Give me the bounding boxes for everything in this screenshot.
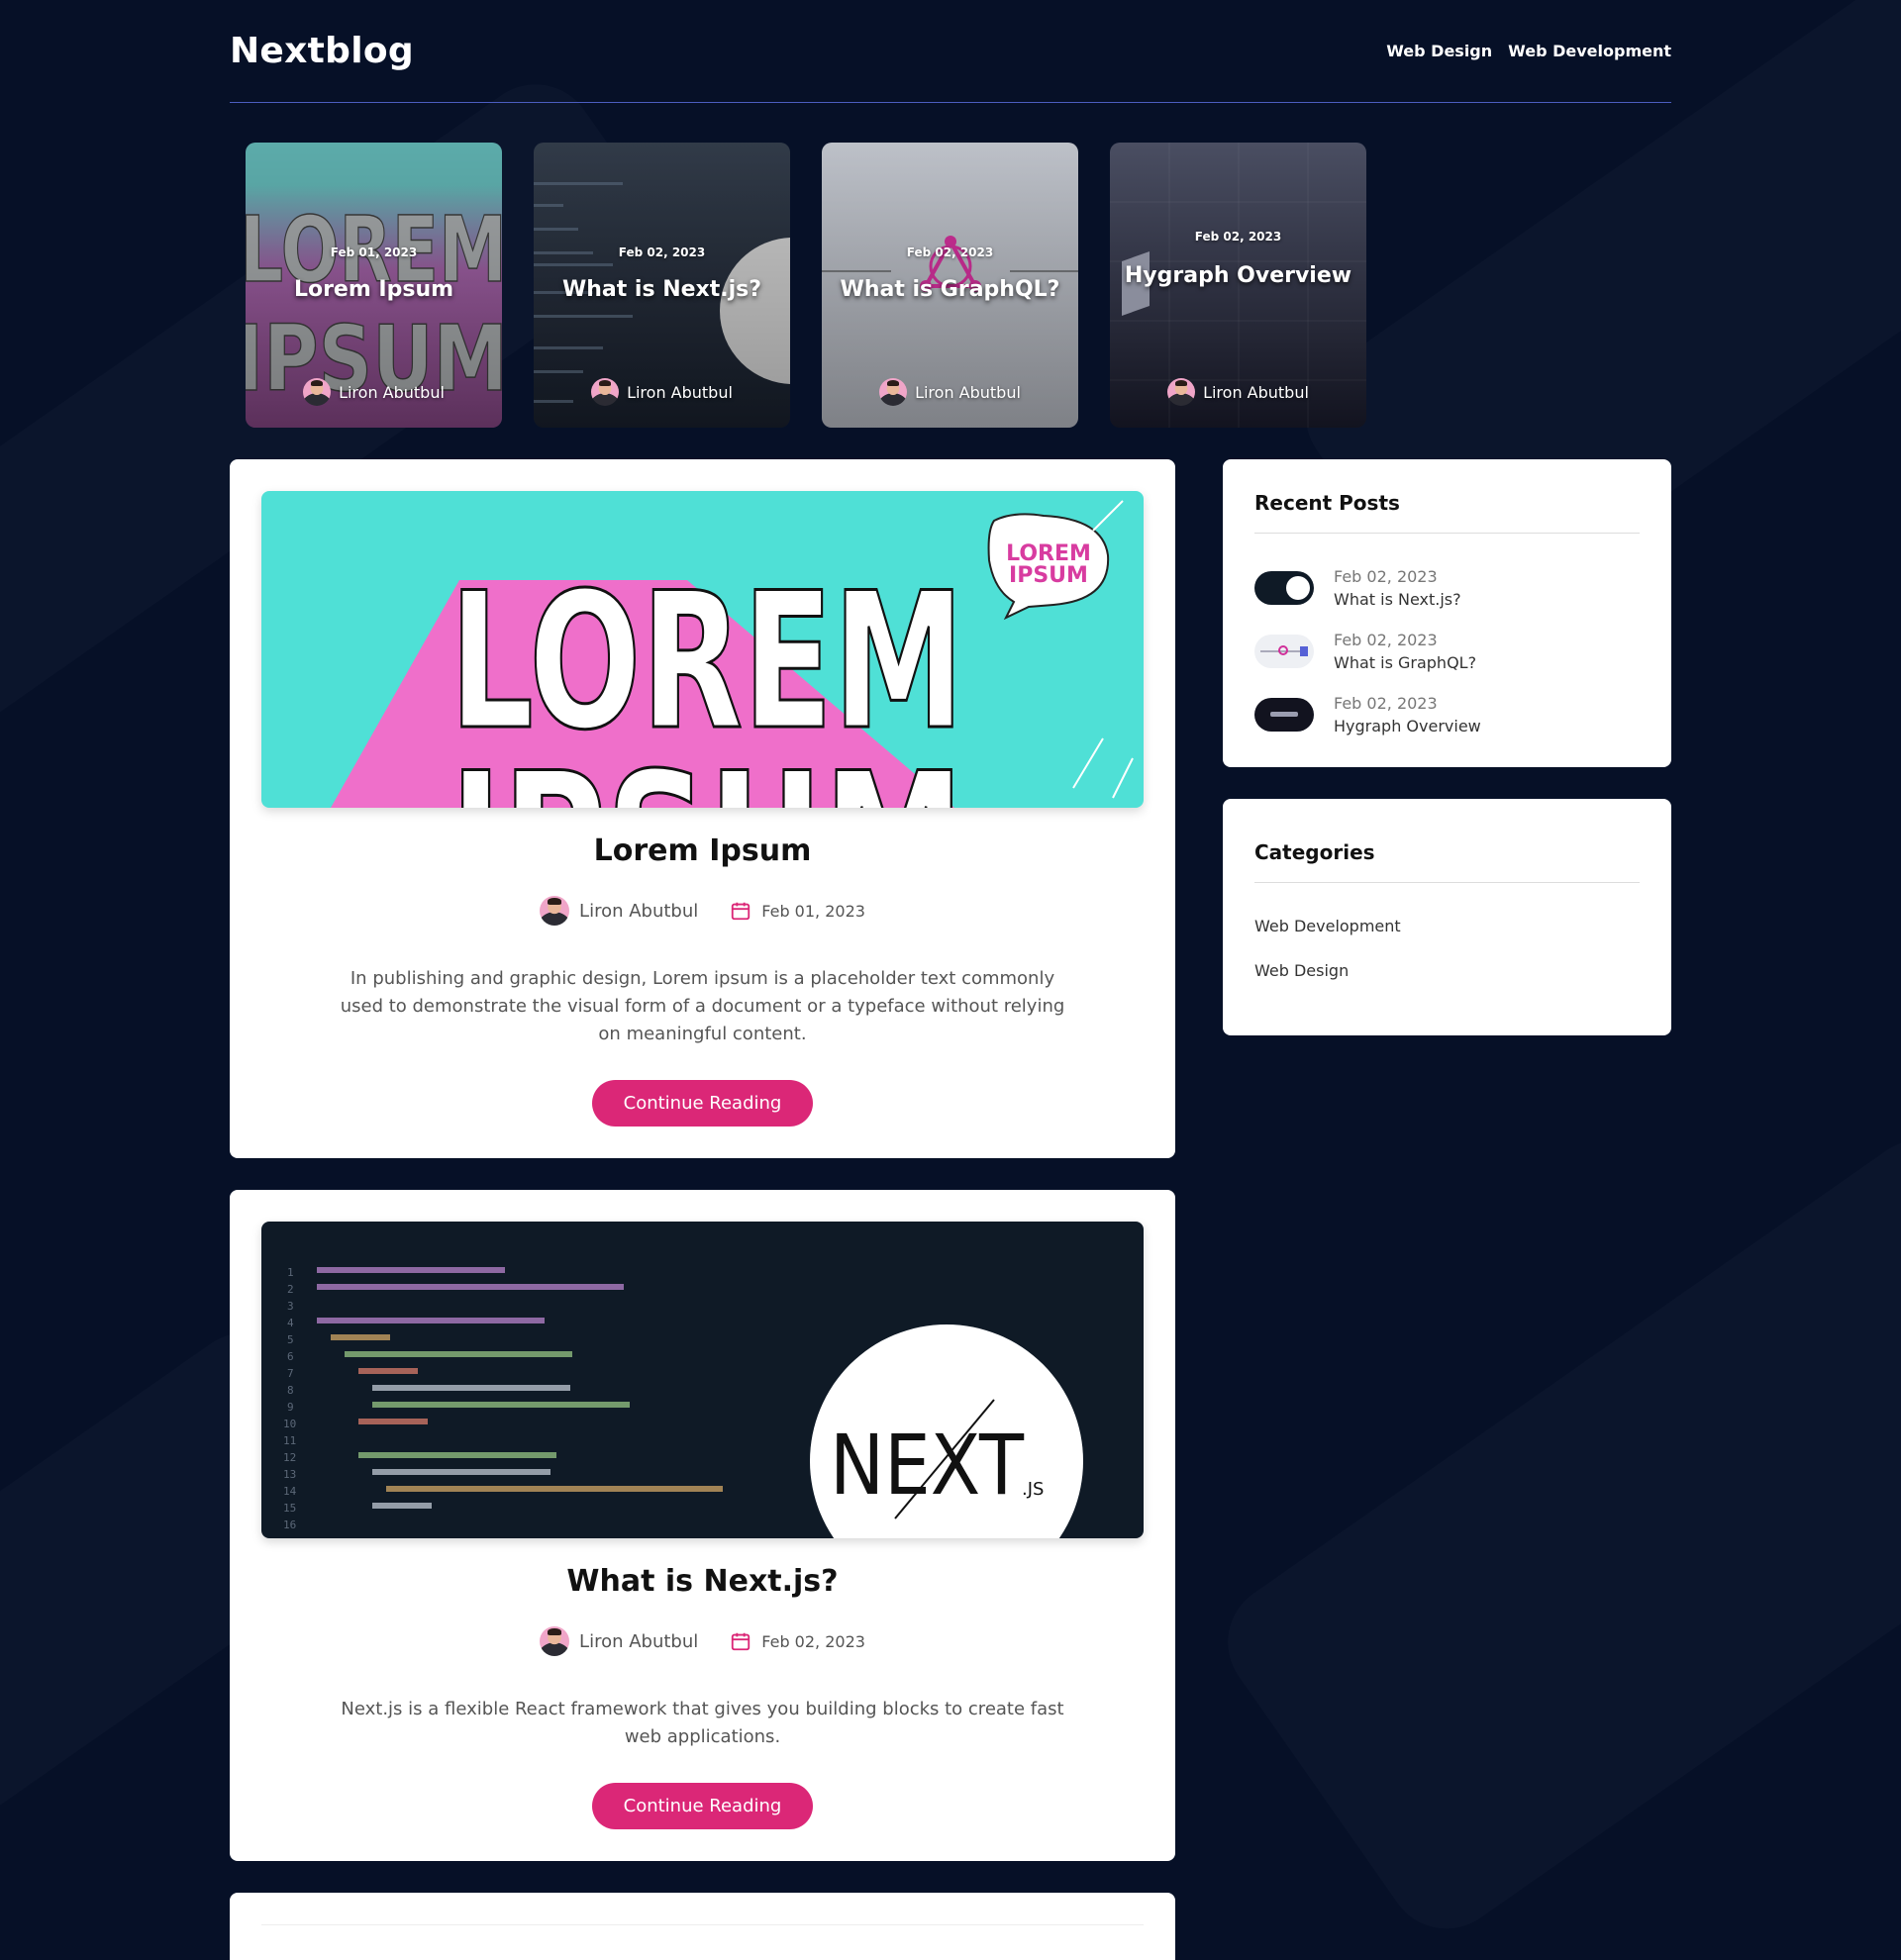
svg-text:2: 2 [287,1283,294,1296]
featured-card-author: Liron Abutbul [534,378,790,406]
featured-card-title: What is GraphQL? [840,277,1060,302]
featured-card-author-name: Liron Abutbul [627,382,733,402]
post-list: LOREM IPSUM LOREM IPSUM Lorem Ipsum Liro… [230,459,1175,1960]
svg-text:10: 10 [283,1418,296,1430]
featured-posts-carousel: LOREM IPSUM Feb 01, 2023 Lorem Ipsum Lir… [230,143,1671,428]
featured-card-author: Liron Abutbul [822,378,1078,406]
site-logo[interactable]: Nextblog [230,31,414,71]
featured-card-author: Liron Abutbul [1110,378,1366,406]
author-avatar [591,378,620,406]
featured-card-title: Hygraph Overview [1124,263,1352,288]
recent-posts-widget: Recent Posts Feb 02, 2023 What is Next.j… [1223,459,1671,767]
author-avatar [879,378,908,406]
post-author-name: Liron Abutbul [579,900,699,922]
recent-post-title[interactable]: Hygraph Overview [1334,717,1481,735]
recent-post-date: Feb 02, 2023 [1334,631,1438,649]
post-title[interactable]: What is Next.js? [261,1564,1144,1599]
post-meta: Liron Abutbul Feb 02, 2023 [261,1626,1144,1656]
recent-post-item[interactable]: Feb 02, 2023 What is Next.js? [1254,567,1640,609]
svg-text:6: 6 [287,1350,294,1363]
recent-post-thumbnail [1254,635,1314,668]
recent-post-title[interactable]: What is GraphQL? [1334,653,1476,672]
featured-card[interactable]: Feb 02, 2023 Hygraph Overview Liron Abut… [1110,143,1366,428]
svg-text:14: 14 [283,1485,297,1498]
post-date: Feb 02, 2023 [730,1630,865,1652]
post-date-text: Feb 02, 2023 [761,1631,865,1651]
author-avatar [303,378,332,406]
featured-card[interactable]: Feb 02, 2023 What is GraphQL? Liron Abut… [822,143,1078,428]
nextjs-artwork: 123 456 789 101112 131415 16 NEXT .JS [283,1266,1083,1538]
sidebar: Recent Posts Feb 02, 2023 What is Next.j… [1223,459,1671,1067]
post-card: LOREM IPSUM LOREM IPSUM Lorem Ipsum Liro… [230,459,1175,1158]
calendar-icon [732,902,750,921]
svg-text:7: 7 [287,1367,294,1380]
featured-card-author-name: Liron Abutbul [915,382,1021,402]
svg-text:9: 9 [287,1401,294,1414]
post-card [230,1893,1175,1960]
author-avatar [540,896,570,926]
svg-text:IPSUM: IPSUM [450,733,964,808]
nav-link-web-design[interactable]: Web Design [1386,42,1492,60]
svg-text:16: 16 [283,1519,296,1531]
featured-card-author-name: Liron Abutbul [339,382,445,402]
svg-text:NEXT: NEXT [830,1417,1025,1514]
post-meta: Liron Abutbul Feb 01, 2023 [261,896,1144,926]
svg-text:.JS: .JS [1022,1479,1044,1500]
post-title[interactable]: Lorem Ipsum [261,833,1144,868]
post-featured-image[interactable] [261,1924,1144,1960]
recent-post-date: Feb 02, 2023 [1334,567,1438,586]
post-card: 123 456 789 10 11 12 13 14 15 16 NEXT .J… [230,1190,1175,1861]
featured-card-title: Lorem Ipsum [293,277,454,302]
recent-posts-heading: Recent Posts [1254,491,1640,534]
svg-text:13: 13 [283,1468,296,1481]
lorem-ipsum-artwork: LOREM IPSUM LOREM IPSUM [331,500,1134,808]
post-author: Liron Abutbul [540,896,698,926]
featured-card-date: Feb 02, 2023 [906,245,994,259]
recent-post-item[interactable]: Feb 02, 2023 What is GraphQL? [1254,631,1640,672]
categories-heading: Categories [1254,840,1640,883]
svg-text:4: 4 [287,1317,294,1329]
nav-link-web-development[interactable]: Web Development [1508,42,1671,60]
post-excerpt: Next.js is a flexible React framework th… [341,1699,1064,1747]
post-date: Feb 01, 2023 [730,900,865,922]
featured-card-date: Feb 02, 2023 [618,245,706,259]
post-author-name: Liron Abutbul [579,1630,699,1652]
recent-post-thumbnail [1254,698,1314,732]
featured-card[interactable]: Feb 02, 2023 What is Next.js? Liron Abut… [534,143,790,428]
featured-card-date: Feb 02, 2023 [1194,230,1282,244]
post-date-text: Feb 01, 2023 [761,901,865,921]
svg-text:12: 12 [283,1451,296,1464]
category-link-web-development[interactable]: Web Development [1254,917,1640,935]
featured-card-date: Feb 01, 2023 [330,245,418,259]
featured-card-author: Liron Abutbul [246,378,502,406]
calendar-icon [732,1632,750,1651]
categories-widget: Categories Web Development Web Design [1223,799,1671,1035]
main-nav: Web Design Web Development [1386,42,1671,60]
svg-text:5: 5 [287,1333,294,1346]
svg-text:1: 1 [287,1266,294,1279]
featured-card-title: What is Next.js? [561,277,762,302]
post-author: Liron Abutbul [540,1626,698,1656]
continue-reading-button[interactable]: Continue Reading [591,1080,814,1127]
svg-text:15: 15 [283,1502,296,1515]
svg-text:8: 8 [287,1384,294,1397]
author-avatar [1167,378,1196,406]
recent-post-item[interactable]: Feb 02, 2023 Hygraph Overview [1254,694,1640,735]
author-avatar [540,1626,570,1656]
category-link-web-design[interactable]: Web Design [1254,961,1640,980]
post-featured-image[interactable]: 123 456 789 10 11 12 13 14 15 16 NEXT .J… [261,1222,1144,1538]
featured-card[interactable]: LOREM IPSUM Feb 01, 2023 Lorem Ipsum Lir… [246,143,502,428]
svg-text:11: 11 [283,1434,296,1447]
recent-post-thumbnail [1254,571,1314,605]
featured-card-author-name: Liron Abutbul [1203,382,1309,402]
recent-post-title[interactable]: What is Next.js? [1334,590,1461,609]
post-featured-image[interactable]: LOREM IPSUM LOREM IPSUM [261,491,1144,808]
post-excerpt: In publishing and graphic design, Lorem … [340,968,1065,1044]
svg-text:3: 3 [287,1300,294,1313]
site-header: Nextblog Web Design Web Development [230,0,1671,103]
svg-text:IPSUM: IPSUM [1009,563,1088,588]
recent-post-date: Feb 02, 2023 [1334,694,1438,713]
continue-reading-button[interactable]: Continue Reading [591,1783,814,1829]
